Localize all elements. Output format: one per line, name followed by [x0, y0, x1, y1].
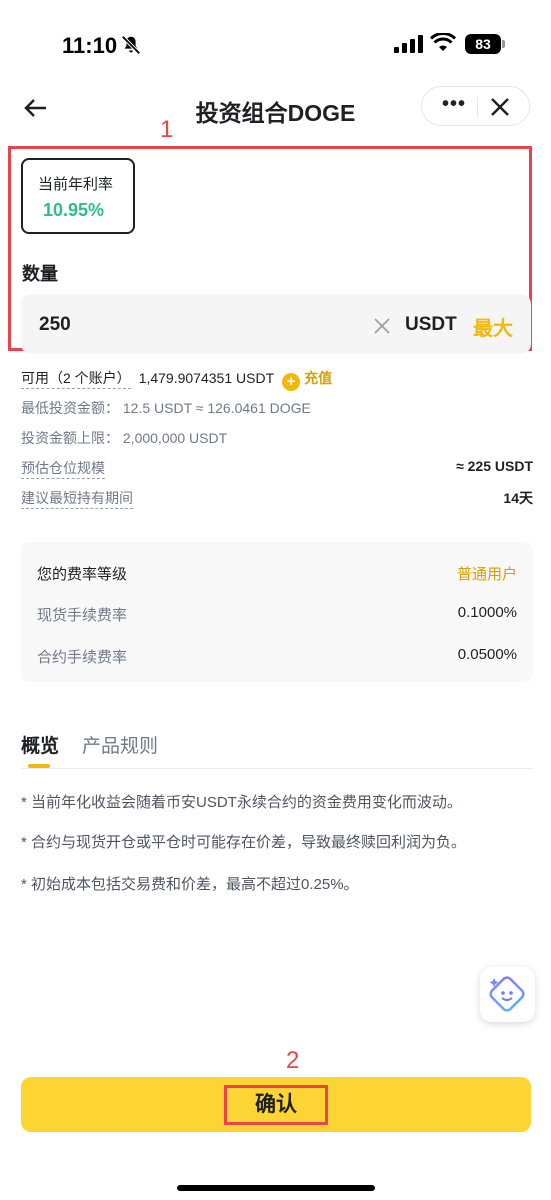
tab-divider — [21, 768, 533, 769]
quantity-input[interactable] — [39, 314, 239, 336]
position-value: ≈ 225 USDT — [456, 458, 533, 474]
capsule-divider — [477, 97, 478, 117]
available-row: 可用（2 个账户） 1,479.9074351 USDT + 充值 — [21, 368, 332, 391]
apr-label: 当前年利率 — [38, 176, 114, 193]
close-icon[interactable] — [488, 95, 512, 119]
clear-icon[interactable] — [373, 317, 391, 335]
spot-fee-label: 现货手续费率 — [37, 607, 128, 624]
status-bar: 11:10 83 — [0, 0, 551, 80]
note-item: * 当前年化收益会随着币安USDT永续合约的资金费用变化而波动。 — [21, 794, 462, 811]
annotation-number-1: 1 — [160, 116, 174, 143]
status-time: 11:10 — [62, 33, 118, 58]
wifi-icon — [430, 33, 456, 51]
futures-fee-value: 0.0500% — [457, 646, 517, 663]
fee-tier-value[interactable]: 普通用户 — [457, 563, 517, 584]
mini-program-capsule: ••• — [421, 86, 530, 126]
spot-fee-value: 0.1000% — [457, 604, 517, 621]
note-item: * 初始成本包括交易费和价差，最高不超过0.25%。 — [21, 876, 359, 893]
max-invest-row: 投资金额上限： 2,000,000 USDT — [21, 430, 228, 446]
available-label[interactable]: 可用（2 个账户） — [21, 370, 131, 389]
note-item: * 合约与现货开仓或平仓时可能存在价差，导致最终赎回利润为负。 — [21, 834, 467, 851]
annotation-box-2 — [224, 1085, 328, 1125]
battery-indicator: 83 — [465, 34, 501, 54]
hold-label[interactable]: 建议最短持有期间 — [21, 488, 133, 509]
futures-fee-label: 合约手续费率 — [37, 649, 128, 666]
recharge-link[interactable]: 充值 — [304, 370, 332, 386]
header: 投资组合DOGE ••• — [0, 80, 551, 136]
fee-card: 您的费率等级 普通用户 现货手续费率 0.1000% 合约手续费率 0.0500… — [21, 542, 533, 682]
position-label-text[interactable]: 预估仓位规模 — [21, 460, 105, 479]
position-label[interactable]: 预估仓位规模 — [21, 458, 105, 479]
quantity-label: 数量 — [22, 264, 58, 284]
tab-product-rules[interactable]: 产品规则 — [82, 731, 158, 758]
tab-overview[interactable]: 概览 — [21, 731, 59, 758]
fee-tier-label: 您的费率等级 — [37, 566, 128, 583]
home-indicator — [177, 1185, 375, 1191]
ai-assistant-button[interactable] — [480, 967, 535, 1022]
hold-value: 14天 — [503, 490, 533, 506]
hold-label-text[interactable]: 建议最短持有期间 — [21, 490, 133, 509]
quantity-field[interactable]: USDT 最大 — [21, 294, 531, 354]
annotation-number-2: 2 — [286, 1047, 300, 1074]
signal-icon — [394, 35, 423, 53]
min-invest-row: 最低投资金额： 12.5 USDT ≈ 126.0461 DOGE — [21, 400, 311, 416]
plus-circle-icon[interactable]: + — [282, 373, 301, 391]
ai-assistant-icon — [489, 976, 525, 1012]
bell-off-icon — [121, 35, 141, 55]
apr-box: 当前年利率 10.95% — [21, 158, 135, 234]
battery-tip — [502, 40, 505, 48]
max-button[interactable]: 最大 — [473, 312, 513, 341]
quantity-unit: USDT — [405, 314, 457, 335]
more-button[interactable]: ••• — [434, 91, 474, 121]
available-value: 1,479.9074351 USDT — [138, 370, 275, 386]
apr-value: 10.95% — [43, 200, 105, 220]
